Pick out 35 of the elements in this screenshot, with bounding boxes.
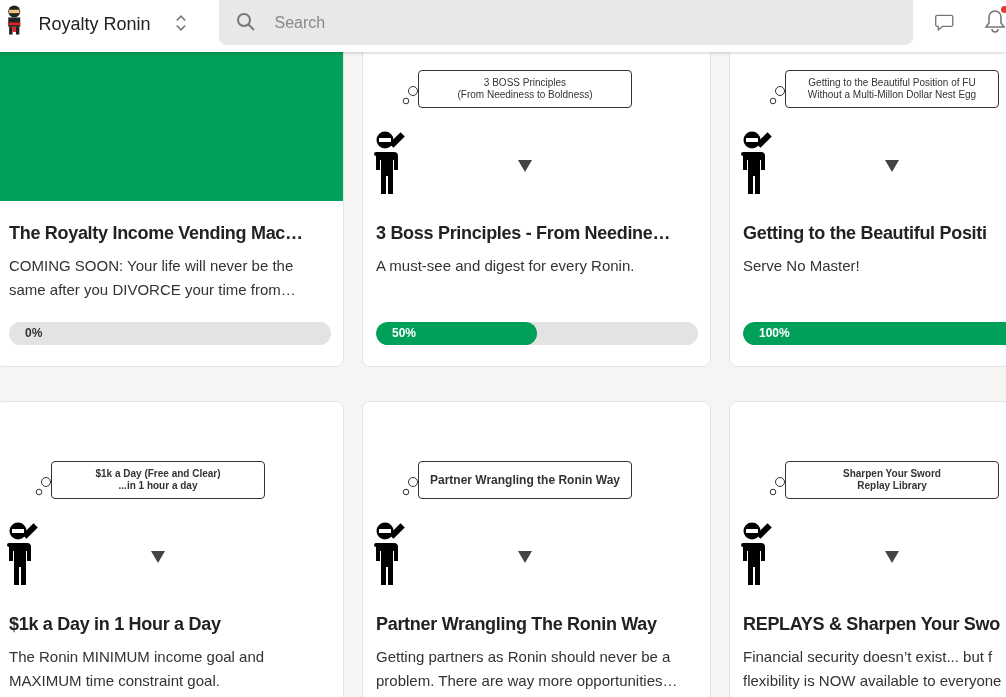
progress-label: 100% xyxy=(759,326,790,341)
course-card[interactable]: Sharpen Your Sword Replay Library REPLAYS & Sharpen Your Swo Financial security doesn’t exist... but f flexibility is NOW available to everyone xyxy=(729,401,1006,697)
app-title: Royalty Ronin xyxy=(38,13,151,36)
thought-bubble: 3 BOSS Principles (From Neediness to Boldness) xyxy=(418,70,632,108)
bell-icon[interactable] xyxy=(984,8,1006,34)
course-card[interactable]: Getting to the Beautiful Position of FU Without a Multi-Millon Dollar Nest Egg Getting to the Beautiful Positi Serve No Master! 100% xyxy=(729,52,1006,367)
search-icon xyxy=(235,12,256,32)
card-title[interactable]: The Royalty Income Vending Mac… xyxy=(9,221,330,245)
thought-bubble: Partner Wrangling the Ronin Way xyxy=(418,461,632,499)
thought-bubble: $1k a Day (Free and Clear) ...in 1 hour a day xyxy=(51,461,265,499)
card-description: The Ronin MINIMUM income goal and MAXIMUM time constraint goal. xyxy=(9,647,266,691)
search-field[interactable]: Search xyxy=(218,0,913,45)
card-title[interactable]: Partner Wrangling The Ronin Way xyxy=(376,612,697,636)
thought-bubble: Getting to the Beautiful Position of FU Without a Multi-Millon Dollar Nest Egg xyxy=(785,70,999,108)
progress-label: 0% xyxy=(25,326,43,341)
card-description: Financial security doesn’t exist... but f flexibility is NOW available to everyone xyxy=(743,647,1003,691)
card-title[interactable]: $1k a Day in 1 Hour a Day xyxy=(9,612,330,636)
card-description: A must-see and digest for every Ronin. xyxy=(376,256,636,276)
card-description: Getting partners as Ronin should never be a problem. There are way more opportunities… xyxy=(376,647,679,691)
down-triangle-icon xyxy=(518,160,532,172)
course-card[interactable]: $1k a Day (Free and Clear) ...in 1 hour a day $1k a Day in 1 Hour a Day The Ronin MINIMUM income goal and MAXIMUM time constraint goal. xyxy=(0,401,344,697)
course-card[interactable]: 3 BOSS Principles (From Neediness to Boldness) 3 Boss Principles - From Needine… A must-see and digest for every Ronin. 50% xyxy=(362,52,711,367)
thought-bubble: Sharpen Your Sword Replay Library xyxy=(785,461,999,499)
card-title[interactable]: REPLAYS & Sharpen Your Swo xyxy=(743,612,1006,636)
card-title[interactable]: 3 Boss Principles - From Needine… xyxy=(376,221,697,245)
down-triangle-icon xyxy=(885,551,899,563)
card-description: Serve No Master! xyxy=(743,256,861,276)
course-card[interactable]: The Royalty Income Vending Mac… COMING SOON: Your life will never be the same after you DIVORCE your time from… 0% xyxy=(0,52,344,367)
down-triangle-icon xyxy=(885,160,899,172)
card-description: COMING SOON: Your life will never be the same after you DIVORCE your time from… xyxy=(9,256,297,300)
progress-label: 50% xyxy=(392,326,417,341)
down-triangle-icon xyxy=(151,551,165,563)
course-card[interactable]: Partner Wrangling the Ronin Way Partner Wrangling The Ronin Way Getting partners as Ronin should never be a problem. There are way more opportunities… xyxy=(362,401,711,697)
card-title[interactable]: Getting to the Beautiful Positi xyxy=(743,221,1006,245)
down-triangle-icon xyxy=(518,551,532,563)
